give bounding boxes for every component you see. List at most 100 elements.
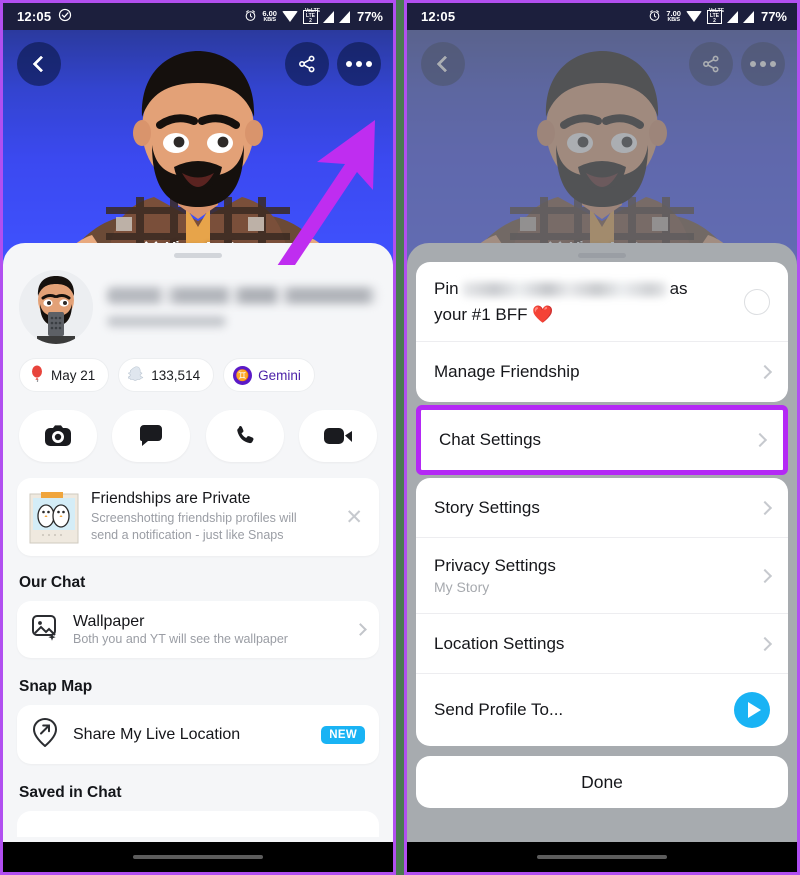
wallpaper-title: Wallpaper bbox=[73, 613, 145, 630]
camera-icon bbox=[45, 425, 71, 446]
two-phone-screenshot-composite: 12:05 6.00 KB/S VoLTE LTE 2 77% May 21 1… bbox=[0, 0, 800, 875]
status-icons-left: 6.00 KB/S VoLTE LTE 2 77% bbox=[244, 9, 383, 25]
android-nav-bar-left bbox=[3, 842, 393, 872]
profile-hero-banner: View Avatar bbox=[3, 30, 393, 265]
manage-friendship-row[interactable]: Manage Friendship bbox=[416, 342, 788, 402]
chat-settings-label: Chat Settings bbox=[439, 430, 542, 449]
chat-settings-highlight: Chat Settings bbox=[416, 405, 788, 475]
profile-name-block bbox=[107, 287, 377, 327]
chat-settings-row[interactable]: Chat Settings bbox=[421, 410, 783, 470]
network-speed-indicator: 6.00 KB/S bbox=[262, 10, 277, 23]
saved-in-chat-card[interactable] bbox=[17, 811, 379, 837]
new-badge: NEW bbox=[321, 725, 365, 744]
status-bar-left: 12:05 6.00 KB/S VoLTE LTE 2 77% bbox=[3, 3, 393, 30]
avatar[interactable] bbox=[19, 270, 93, 344]
location-settings-row[interactable]: Location Settings bbox=[416, 614, 788, 674]
left-phone-panel: 12:05 6.00 KB/S VoLTE LTE 2 77% May 21 1… bbox=[0, 0, 396, 875]
status-icons-right: 7.00 KB/S VoLTE LTE 2 77% bbox=[648, 9, 787, 25]
section-title-our-chat: Our Chat bbox=[19, 574, 86, 591]
zodiac-label: Gemini bbox=[258, 367, 301, 383]
two-penguins-photo-icon bbox=[29, 490, 79, 544]
status-time: 12:05 bbox=[17, 9, 52, 24]
action-sheet-card-lower: Story Settings Privacy Settings My Story… bbox=[416, 478, 788, 746]
back-button[interactable] bbox=[17, 42, 61, 86]
home-indicator-pill[interactable] bbox=[537, 855, 667, 859]
story-settings-label: Story Settings bbox=[434, 497, 540, 517]
hero-nav-row bbox=[3, 42, 393, 90]
birthday-chip[interactable]: May 21 bbox=[19, 358, 110, 392]
alarm-icon bbox=[648, 9, 661, 25]
gemini-zodiac-icon: ♊ bbox=[233, 365, 253, 385]
right-phone-panel: 12:05 7.00 KB/S VoLTE LTE 2 77% Pin as y… bbox=[404, 0, 800, 875]
pin-suffix: as bbox=[669, 279, 688, 298]
pin-name-redacted bbox=[461, 282, 667, 298]
close-icon[interactable]: ✕ bbox=[341, 507, 367, 528]
send-profile-to-label: Send Profile To... bbox=[434, 700, 564, 719]
more-options-button[interactable] bbox=[337, 42, 381, 86]
privacy-settings-sub: My Story bbox=[434, 579, 490, 595]
signal-bars-icon-sim1 bbox=[726, 10, 738, 23]
alarm-icon bbox=[244, 9, 257, 25]
balloon-icon bbox=[29, 365, 45, 385]
snapchat-ghost-icon bbox=[127, 365, 145, 385]
banner-text: Friendships are Private Screenshotting f… bbox=[91, 490, 329, 544]
friendship-privacy-banner: Friendships are Private Screenshotting f… bbox=[17, 478, 379, 556]
action-sheet-card: Pin as your #1 BFF ❤️ Manage Friendship bbox=[416, 262, 788, 402]
location-pin-arrow-icon bbox=[31, 717, 59, 752]
profile-identity-row bbox=[17, 270, 379, 358]
display-name-redacted bbox=[107, 287, 377, 304]
share-button[interactable] bbox=[285, 42, 329, 86]
home-indicator-pill[interactable] bbox=[133, 855, 263, 859]
chevron-right-icon bbox=[354, 623, 367, 636]
signal-bars-icon-sim1 bbox=[322, 10, 334, 23]
snapscore-label: 133,514 bbox=[151, 367, 201, 383]
share-live-location-row[interactable]: Share My Live Location NEW bbox=[17, 705, 379, 764]
signal-bars-icon-sim2 bbox=[742, 10, 754, 23]
check-circle-icon bbox=[58, 8, 72, 25]
share-location-text: Share My Live Location bbox=[73, 726, 307, 744]
sheet-grabber[interactable] bbox=[174, 253, 222, 258]
send-arrow-icon[interactable] bbox=[734, 692, 770, 728]
call-button[interactable] bbox=[205, 410, 284, 462]
pin-as-bff-text: Pin as your #1 BFF ❤️ bbox=[434, 276, 744, 327]
snapscore-chip[interactable]: 133,514 bbox=[118, 358, 215, 392]
wallpaper-subtitle: Both you and YT will see the wallpaper bbox=[73, 632, 288, 646]
radio-circle-icon[interactable] bbox=[744, 288, 770, 315]
profile-sheet: May 21 133,514 ♊ Gemini bbox=[3, 243, 393, 863]
chevron-left-icon bbox=[32, 55, 50, 73]
chevron-right-icon bbox=[757, 636, 773, 651]
right-phone-screen: 12:05 7.00 KB/S VoLTE LTE 2 77% Pin as y… bbox=[407, 3, 797, 872]
signal-bars-icon-sim2 bbox=[338, 10, 350, 23]
pin-line2: your #1 BFF ❤️ bbox=[434, 304, 554, 324]
wifi-icon bbox=[685, 11, 702, 22]
status-time: 12:05 bbox=[421, 9, 456, 24]
chevron-right-icon bbox=[757, 568, 773, 583]
wallpaper-text: Wallpaper Both you and YT will see the w… bbox=[73, 613, 342, 646]
camera-button[interactable] bbox=[19, 410, 97, 462]
birthday-label: May 21 bbox=[51, 367, 96, 383]
chevron-right-icon bbox=[757, 500, 773, 515]
more-horizontal-icon bbox=[346, 61, 372, 67]
battery-percentage: 77% bbox=[356, 9, 383, 24]
zodiac-chip[interactable]: ♊ Gemini bbox=[223, 358, 315, 392]
done-button[interactable]: Done bbox=[416, 756, 788, 808]
share-location-title: Share My Live Location bbox=[73, 725, 241, 743]
battery-percentage: 77% bbox=[760, 9, 787, 24]
phone-icon bbox=[236, 426, 254, 444]
section-title-saved-in-chat: Saved in Chat bbox=[19, 784, 122, 801]
manage-friendship-label: Manage Friendship bbox=[434, 362, 580, 381]
privacy-settings-text: Privacy Settings My Story bbox=[434, 556, 750, 595]
video-call-button[interactable] bbox=[298, 410, 377, 462]
wallpaper-row[interactable]: Wallpaper Both you and YT will see the w… bbox=[17, 601, 379, 658]
chat-button[interactable] bbox=[112, 410, 191, 462]
done-label: Done bbox=[581, 771, 623, 792]
pin-as-bff-row[interactable]: Pin as your #1 BFF ❤️ bbox=[416, 262, 788, 342]
section-title-snap-map: Snap Map bbox=[19, 678, 93, 695]
network-speed-indicator: 7.00 KB/S bbox=[666, 10, 681, 23]
send-profile-to-row[interactable]: Send Profile To... bbox=[416, 674, 788, 746]
story-settings-row[interactable]: Story Settings bbox=[416, 478, 788, 538]
banner-title: Friendships are Private bbox=[91, 490, 251, 508]
profile-options-action-sheet: Pin as your #1 BFF ❤️ Manage Friendship C… bbox=[416, 262, 788, 808]
privacy-settings-row[interactable]: Privacy Settings My Story bbox=[416, 538, 788, 614]
wallpaper-image-icon bbox=[31, 613, 59, 646]
